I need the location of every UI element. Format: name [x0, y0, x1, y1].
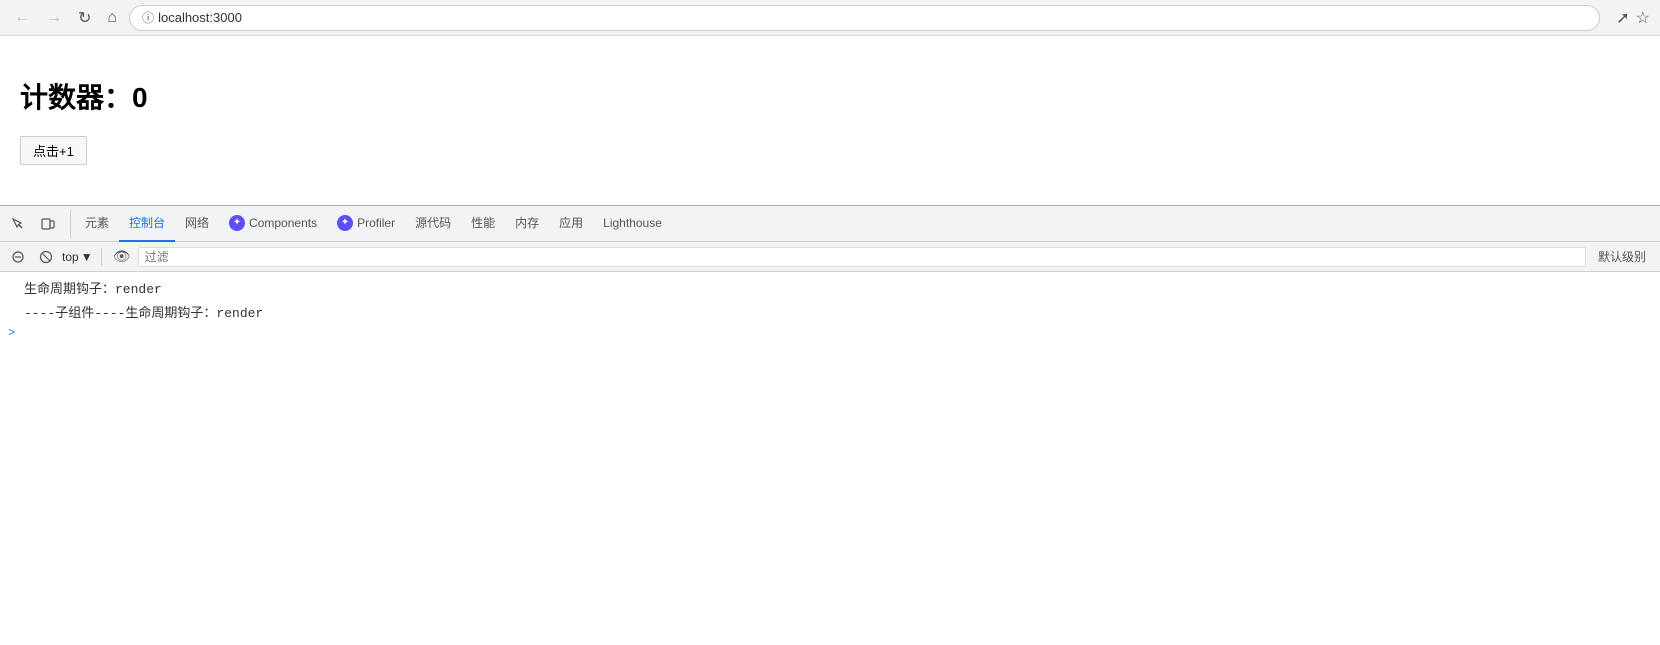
console-line-1: 生命周期钩子：render — [0, 276, 1660, 300]
url-text: localhost:3000 — [158, 10, 242, 25]
inspect-element-icon[interactable] — [4, 210, 32, 238]
console-output: 生命周期钩子：render ----子组件----生命周期钩子：render > — [0, 272, 1660, 432]
eye-icon[interactable]: 👁 — [110, 245, 134, 269]
clear-console-button[interactable] — [6, 245, 30, 269]
console-prompt[interactable]: > — [0, 324, 1660, 342]
tab-components[interactable]: ✦ Components — [219, 206, 327, 242]
react-profiler-icon: ✦ — [337, 215, 353, 231]
bookmark-button[interactable]: ☆ — [1636, 8, 1650, 28]
default-level-button[interactable]: 默认级别 — [1590, 248, 1654, 265]
tab-console[interactable]: 控制台 — [119, 206, 175, 242]
react-components-icon: ✦ — [229, 215, 245, 231]
tab-elements[interactable]: 元素 — [75, 206, 119, 242]
page-content: 计数器：0 点击+1 — [0, 36, 1660, 185]
tab-lighthouse[interactable]: Lighthouse — [593, 206, 672, 242]
share-button[interactable]: ➚ — [1616, 8, 1629, 28]
console-chevron-icon[interactable]: > — [8, 326, 15, 340]
block-icon[interactable] — [34, 245, 58, 269]
browser-chrome: ← → ↻ ⌂ ⓘ localhost:3000 ➚ ☆ — [0, 0, 1660, 36]
device-toolbar-icon[interactable] — [34, 210, 62, 238]
tab-network[interactable]: 网络 — [175, 206, 219, 242]
home-button[interactable]: ⌂ — [103, 7, 121, 29]
tab-memory[interactable]: 内存 — [505, 206, 549, 242]
counter-heading: 计数器：0 — [20, 76, 1640, 116]
address-bar: ⓘ localhost:3000 — [129, 5, 1600, 31]
back-button[interactable]: ← — [10, 7, 34, 29]
lock-icon: ⓘ — [142, 9, 154, 26]
console-line-2: ----子组件----生命周期钩子：render — [0, 300, 1660, 324]
devtools-tabs: 元素 控制台 网络 ✦ Components ✦ Profiler 源代码 性能… — [0, 206, 1660, 242]
tab-profiler[interactable]: ✦ Profiler — [327, 206, 405, 242]
forward-button[interactable]: → — [42, 7, 66, 29]
chevron-down-icon: ▼ — [81, 250, 93, 264]
browser-actions: ➚ ☆ — [1616, 8, 1650, 28]
separator — [101, 248, 102, 266]
devtools-toolbar-icons — [4, 210, 71, 238]
devtools-panel: 元素 控制台 网络 ✦ Components ✦ Profiler 源代码 性能… — [0, 205, 1660, 432]
reload-button[interactable]: ↻ — [74, 6, 95, 30]
context-selector[interactable]: top ▼ — [62, 250, 93, 264]
console-toolbar: top ▼ 👁 默认级别 — [0, 242, 1660, 272]
filter-input[interactable] — [138, 247, 1586, 267]
tab-sources[interactable]: 源代码 — [405, 206, 461, 242]
increment-button[interactable]: 点击+1 — [20, 136, 87, 165]
tab-application[interactable]: 应用 — [549, 206, 593, 242]
tab-performance[interactable]: 性能 — [461, 206, 505, 242]
